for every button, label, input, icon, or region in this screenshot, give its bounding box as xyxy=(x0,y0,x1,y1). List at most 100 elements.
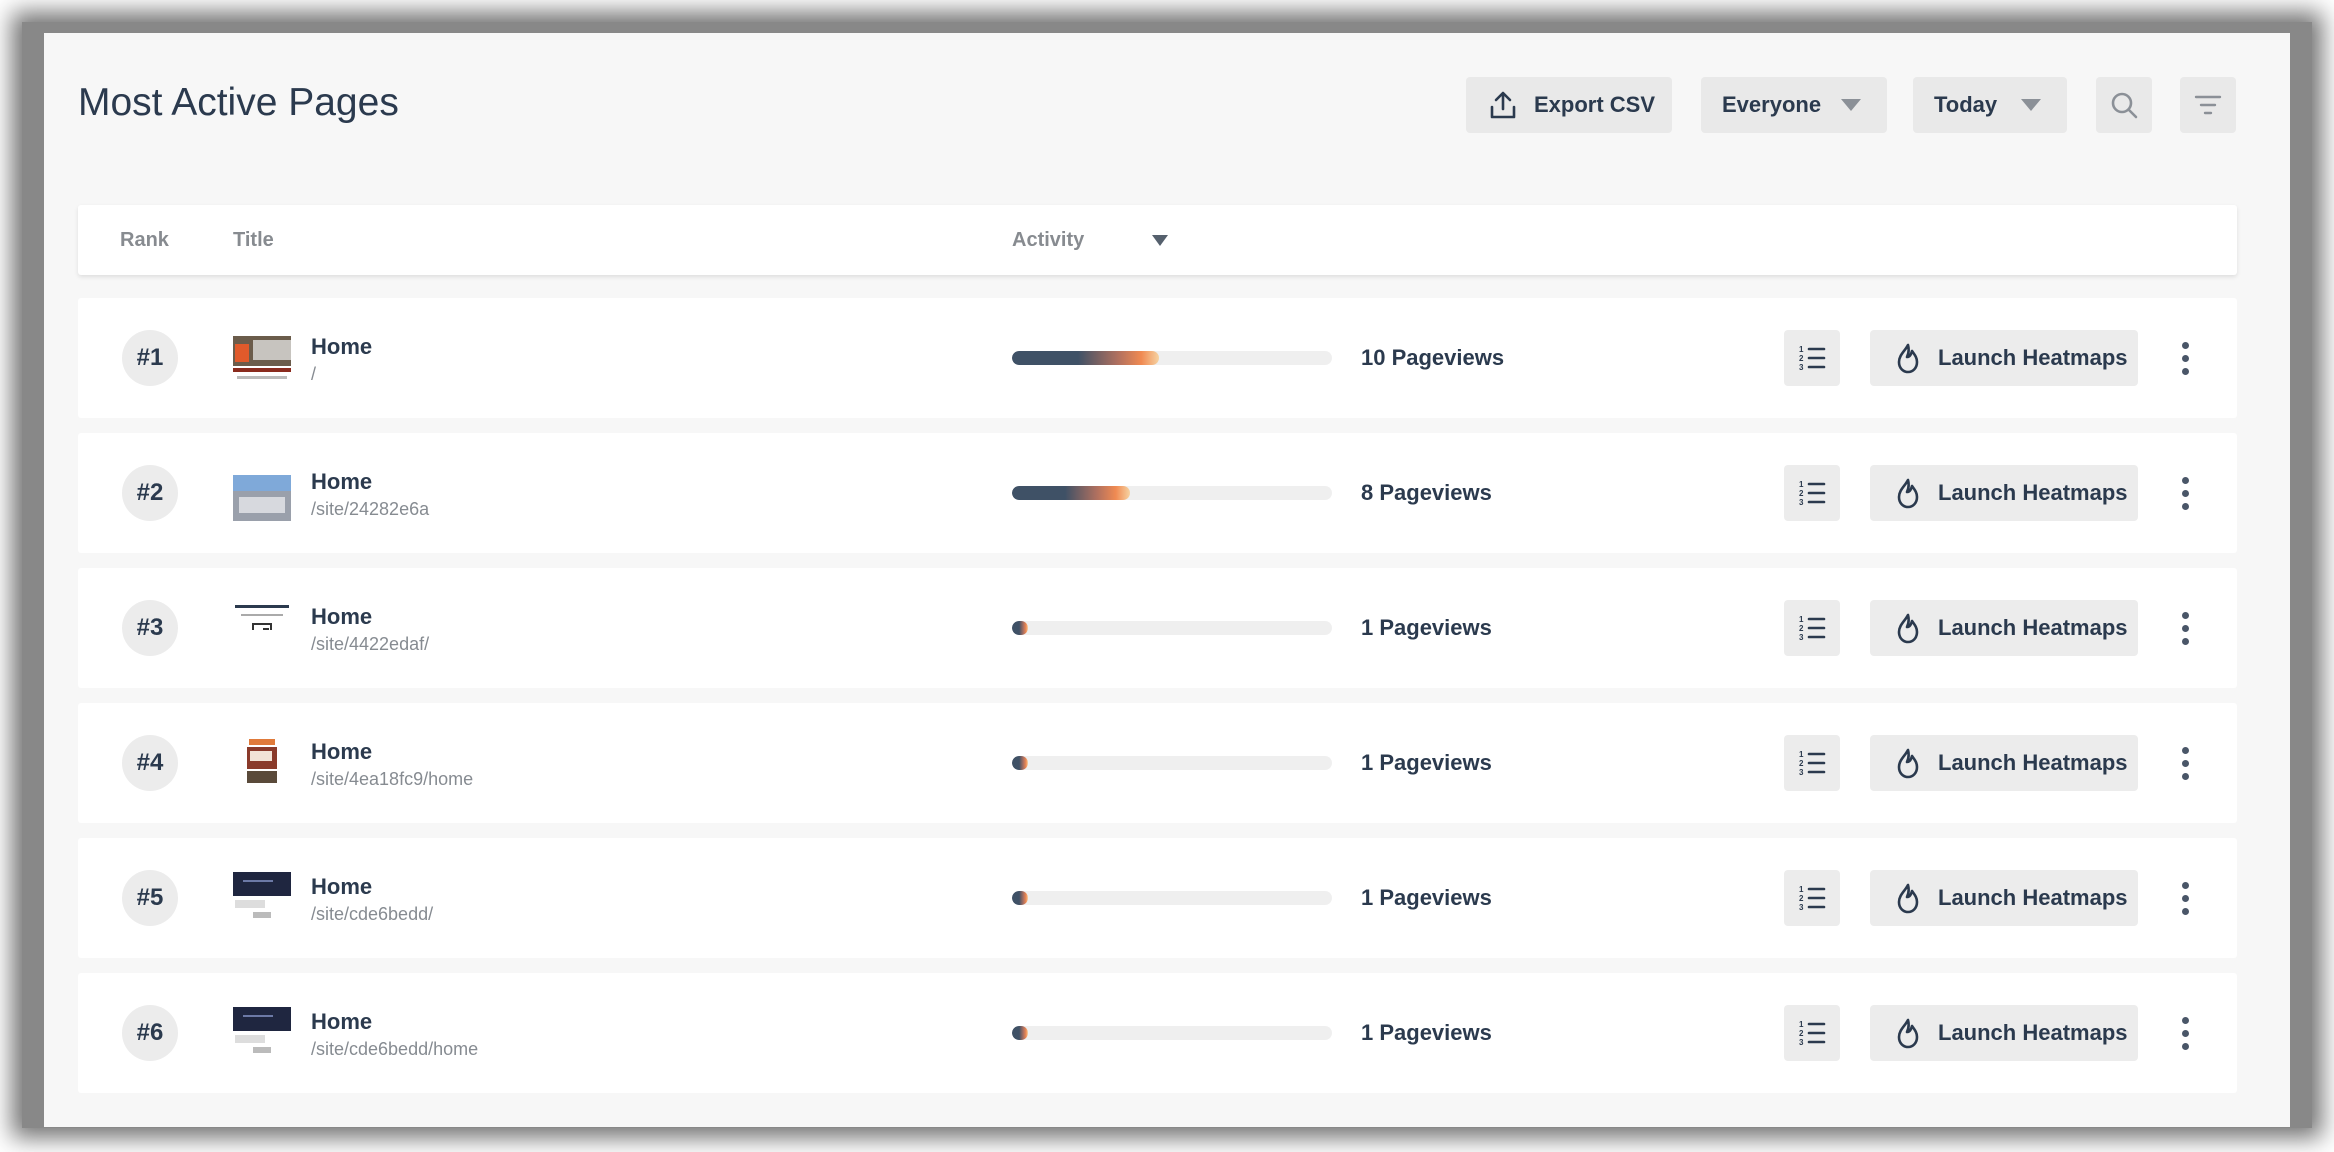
sort-desc-icon[interactable] xyxy=(1152,235,1168,246)
svg-text:2: 2 xyxy=(1799,894,1804,903)
rank-badge: #5 xyxy=(122,870,178,926)
more-vertical-icon[interactable] xyxy=(2172,471,2198,515)
page-title-text[interactable]: Home xyxy=(311,469,372,495)
table-header: Rank Title Activity xyxy=(78,205,2237,275)
table-row: #3 Home/site/4422edaf/1 Pageviews 1 2 3 Launc… xyxy=(78,568,2237,688)
period-dropdown[interactable]: Today xyxy=(1913,77,2067,133)
flame-icon xyxy=(1897,1018,1919,1049)
launch-heatmaps-button[interactable]: Launch Heatmaps xyxy=(1870,330,2138,386)
svg-text:1: 1 xyxy=(1799,480,1804,489)
filter-icon xyxy=(2194,95,2222,115)
activity-bar-fill xyxy=(1012,891,1028,905)
more-vertical-icon[interactable] xyxy=(2172,606,2198,650)
page-path: /site/cde6bedd/home xyxy=(311,1039,479,1059)
page-thumbnail[interactable] xyxy=(233,1007,291,1061)
numbered-list-icon: 123 xyxy=(1799,480,1826,507)
activity-bar xyxy=(1012,891,1332,905)
more-vertical-icon[interactable] xyxy=(2172,741,2198,785)
table-row: #5 Home/site/cde6bedd/1 Pageviews 1 2 3 Launc… xyxy=(78,838,2237,958)
launch-heatmaps-label: Launch Heatmaps xyxy=(1938,345,2128,370)
chevron-down-icon xyxy=(2021,99,2041,111)
launch-heatmaps-button[interactable]: Launch Heatmaps xyxy=(1870,735,2138,791)
launch-heatmaps-label: Launch Heatmaps xyxy=(1938,615,2128,640)
more-vertical-icon[interactable] xyxy=(2172,1011,2198,1055)
ranking-list-button[interactable]: 123 xyxy=(1784,735,1840,791)
pageviews-count: 10 Pageviews xyxy=(1361,345,1505,370)
export-csv-button[interactable]: Export CSV xyxy=(1466,77,1672,133)
svg-text:2: 2 xyxy=(1799,624,1804,633)
page-title-text[interactable]: Home xyxy=(311,604,372,630)
svg-text:3: 3 xyxy=(1799,1038,1804,1047)
page-thumbnail[interactable] xyxy=(233,467,291,521)
svg-text:1: 1 xyxy=(1799,345,1804,354)
search-icon xyxy=(2111,92,2138,119)
page-thumbnail[interactable] xyxy=(233,332,291,386)
flame-icon xyxy=(1897,748,1919,779)
table-row: #6 Home/site/cde6bedd/home 1 Pageviews 1 2 3 L… xyxy=(78,973,2237,1093)
launch-heatmaps-button[interactable]: Launch Heatmaps xyxy=(1870,1005,2138,1061)
launch-heatmaps-button[interactable]: Launch Heatmaps xyxy=(1870,465,2138,521)
launch-heatmaps-label: Launch Heatmaps xyxy=(1938,750,2128,775)
ranking-list-button[interactable]: 123 xyxy=(1784,1005,1840,1061)
most-active-pages-panel: Most Active Pages Export CSV Everyone To… xyxy=(44,33,2290,1127)
rank-badge: #1 xyxy=(122,330,178,386)
page-title: Most Active Pages xyxy=(78,81,399,124)
activity-bar xyxy=(1012,621,1332,635)
page-path: /site/24282e6a xyxy=(311,499,430,519)
rank-badge: #3 xyxy=(122,600,178,656)
svg-text:1: 1 xyxy=(1799,885,1804,894)
numbered-list-icon: 123 xyxy=(1799,885,1826,912)
page-title-text[interactable]: Home xyxy=(311,334,372,360)
ranking-list-button[interactable]: 123 xyxy=(1784,465,1840,521)
page-path: /site/4422edaf/ xyxy=(311,634,430,654)
svg-text:2: 2 xyxy=(1799,354,1804,363)
activity-bar-fill xyxy=(1012,1026,1028,1040)
svg-text:3: 3 xyxy=(1799,768,1804,777)
page-title-text[interactable]: Home xyxy=(311,1009,372,1035)
column-header-activity[interactable]: Activity xyxy=(1012,229,1084,252)
page-path: / xyxy=(311,364,317,384)
audience-dropdown[interactable]: Everyone xyxy=(1701,77,1887,133)
launch-heatmaps-button[interactable]: Launch Heatmaps xyxy=(1870,600,2138,656)
activity-bar-fill xyxy=(1012,486,1131,500)
numbered-list-icon: 123 xyxy=(1799,750,1826,777)
more-vertical-icon[interactable] xyxy=(2172,336,2198,380)
page-title-text[interactable]: Home xyxy=(311,739,372,765)
activity-bar xyxy=(1012,351,1332,365)
more-vertical-icon[interactable] xyxy=(2172,876,2198,920)
table-row: #1 Home / 10 Pageviews 1 2 3 Launch Heatmaps xyxy=(78,298,2237,418)
svg-text:3: 3 xyxy=(1799,498,1804,507)
chevron-down-icon xyxy=(1841,99,1861,111)
svg-text:2: 2 xyxy=(1799,759,1804,768)
numbered-list-icon: 123 xyxy=(1799,615,1826,642)
filter-button[interactable] xyxy=(2180,77,2236,133)
launch-heatmaps-button[interactable]: Launch Heatmaps xyxy=(1870,870,2138,926)
activity-bar-fill xyxy=(1012,756,1028,770)
pageviews-count: 1 Pageviews xyxy=(1361,615,1492,640)
flame-icon xyxy=(1897,478,1919,509)
ranking-list-button[interactable]: 123 xyxy=(1784,870,1840,926)
numbered-list-icon: 123 xyxy=(1799,345,1826,372)
upload-icon xyxy=(1490,91,1516,119)
period-value: Today xyxy=(1934,92,1998,117)
activity-bar-fill xyxy=(1012,351,1160,365)
page-title-text[interactable]: Home xyxy=(311,874,372,900)
table-row: #2 Home/site/24282e6a 8 Pageviews 1 2 3 Launch… xyxy=(78,433,2237,553)
column-header-rank: Rank xyxy=(120,229,169,251)
rank-badge: #4 xyxy=(122,735,178,791)
page-thumbnail[interactable] xyxy=(233,872,291,926)
svg-text:3: 3 xyxy=(1799,633,1804,642)
ranking-list-button[interactable]: 123 xyxy=(1784,330,1840,386)
search-button[interactable] xyxy=(2096,77,2152,133)
ranking-list-button[interactable]: 123 xyxy=(1784,600,1840,656)
pageviews-count: 1 Pageviews xyxy=(1361,885,1492,910)
launch-heatmaps-label: Launch Heatmaps xyxy=(1938,480,2128,505)
svg-text:1: 1 xyxy=(1799,750,1804,759)
page-thumbnail[interactable] xyxy=(233,602,291,656)
launch-heatmaps-label: Launch Heatmaps xyxy=(1938,885,2128,910)
pageviews-count: 1 Pageviews xyxy=(1361,750,1492,775)
activity-bar xyxy=(1012,1026,1332,1040)
rank-badge: #2 xyxy=(122,465,178,521)
page-thumbnail[interactable] xyxy=(233,737,291,791)
table-row: #4 Home/site/4ea18fc9/home 1 Pageviews 1 2 3 L… xyxy=(78,703,2237,823)
